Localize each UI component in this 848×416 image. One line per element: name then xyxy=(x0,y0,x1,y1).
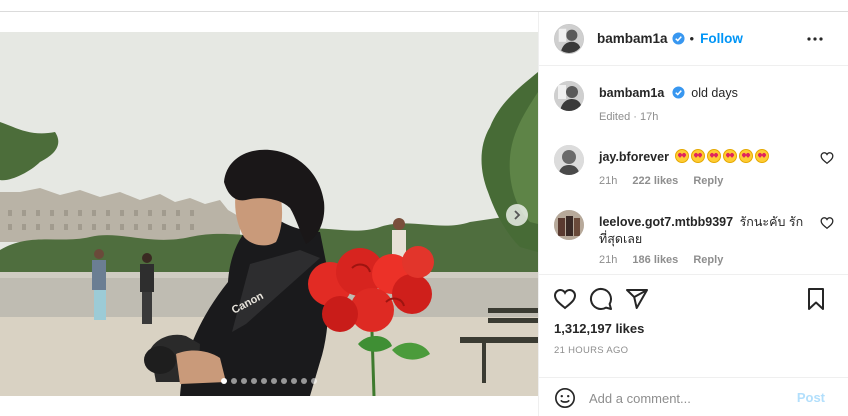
carousel-dot xyxy=(311,378,317,384)
chevron-right-icon xyxy=(514,210,521,220)
comment-meta: 21h 222 likes Reply xyxy=(599,175,723,187)
reply-button[interactable]: Reply xyxy=(693,254,723,266)
comment-time: 21h xyxy=(599,175,618,187)
comments-list: bambam1a old days Edited · 17h jay.bfore… xyxy=(539,67,848,272)
carousel-dot xyxy=(231,378,237,384)
post-timestamp[interactable]: 21 HOURS AGO xyxy=(554,345,628,356)
post-sidebar: bambam1a • Follow bambam1a old days Edit… xyxy=(538,12,848,416)
add-comment-bar: Post xyxy=(539,377,848,416)
post-photo[interactable]: Canon xyxy=(0,32,538,396)
comment-likes[interactable]: 186 likes xyxy=(632,254,678,266)
more-horizontal-icon xyxy=(807,37,823,41)
follow-button[interactable]: Follow xyxy=(700,31,743,46)
heart-eyes-emoji-icon xyxy=(675,149,690,163)
next-slide-button[interactable] xyxy=(506,204,528,226)
post-comment-button[interactable]: Post xyxy=(797,390,825,405)
carousel-dot xyxy=(291,378,297,384)
comment-text-block: jay.bforever xyxy=(599,149,809,166)
photo-scene: Canon xyxy=(0,32,538,396)
comment-emojis xyxy=(675,149,771,164)
share-icon[interactable] xyxy=(625,287,649,311)
author-username[interactable]: bambam1a xyxy=(597,31,668,46)
caption-username[interactable]: bambam1a xyxy=(599,86,664,100)
carousel-dot xyxy=(261,378,267,384)
comment-row: leelove.got7.mtbb9397 รักนะคับ รักที่สุด… xyxy=(554,210,834,270)
carousel-dot xyxy=(271,378,277,384)
reply-button[interactable]: Reply xyxy=(693,175,723,187)
bookmark-icon[interactable] xyxy=(804,287,828,311)
commenter-avatar[interactable] xyxy=(554,145,584,175)
heart-eyes-emoji-icon xyxy=(739,149,754,163)
caption-meta: Edited · 17h xyxy=(599,111,659,123)
comment-icon[interactable] xyxy=(589,287,613,311)
carousel-indicator xyxy=(0,378,538,384)
verified-badge-icon xyxy=(672,86,685,99)
comment-username[interactable]: jay.bforever xyxy=(599,150,669,164)
heart-icon[interactable] xyxy=(820,151,834,165)
comment-likes[interactable]: 222 likes xyxy=(632,175,678,187)
caption-row: bambam1a old days Edited · 17h xyxy=(554,81,834,141)
heart-eyes-emoji-icon xyxy=(691,149,706,163)
caption-avatar[interactable] xyxy=(554,81,584,111)
heart-eyes-emoji-icon xyxy=(755,149,770,163)
header-separator: • xyxy=(689,31,695,46)
emoji-icon[interactable] xyxy=(554,387,576,409)
comment-input[interactable] xyxy=(589,388,789,408)
comment-text-block: leelove.got7.mtbb9397 รักนะคับ รักที่สุด… xyxy=(599,214,809,248)
carousel-dot xyxy=(221,378,227,384)
carousel-dot xyxy=(281,378,287,384)
commenter-avatar[interactable] xyxy=(554,210,584,240)
caption-text-block: bambam1a old days xyxy=(599,85,809,102)
post-header: bambam1a • Follow xyxy=(539,12,848,66)
likes-count[interactable]: 1,312,197 likes xyxy=(554,321,644,336)
carousel-dot xyxy=(251,378,257,384)
instagram-post-view: Canon bambam1a • Follow bambam1a old day… xyxy=(0,0,848,416)
author-avatar[interactable] xyxy=(554,23,584,54)
comment-row: jay.bforever 21h 222 likes Reply xyxy=(554,145,834,195)
verified-badge-icon xyxy=(672,32,685,45)
carousel-dot xyxy=(301,378,307,384)
comment-username[interactable]: leelove.got7.mtbb9397 xyxy=(599,215,733,229)
carousel-dot xyxy=(241,378,247,384)
heart-icon[interactable] xyxy=(820,216,834,230)
caption-text: old days xyxy=(691,86,738,100)
heart-icon[interactable] xyxy=(553,287,577,311)
more-options-button[interactable] xyxy=(806,30,824,48)
post-actions: 1,312,197 likes 21 HOURS AGO Post xyxy=(539,274,848,414)
heart-eyes-emoji-icon xyxy=(707,149,722,163)
heart-eyes-emoji-icon xyxy=(723,149,738,163)
comment-meta: 21h 186 likes Reply xyxy=(599,254,723,266)
comment-time: 21h xyxy=(599,254,618,266)
